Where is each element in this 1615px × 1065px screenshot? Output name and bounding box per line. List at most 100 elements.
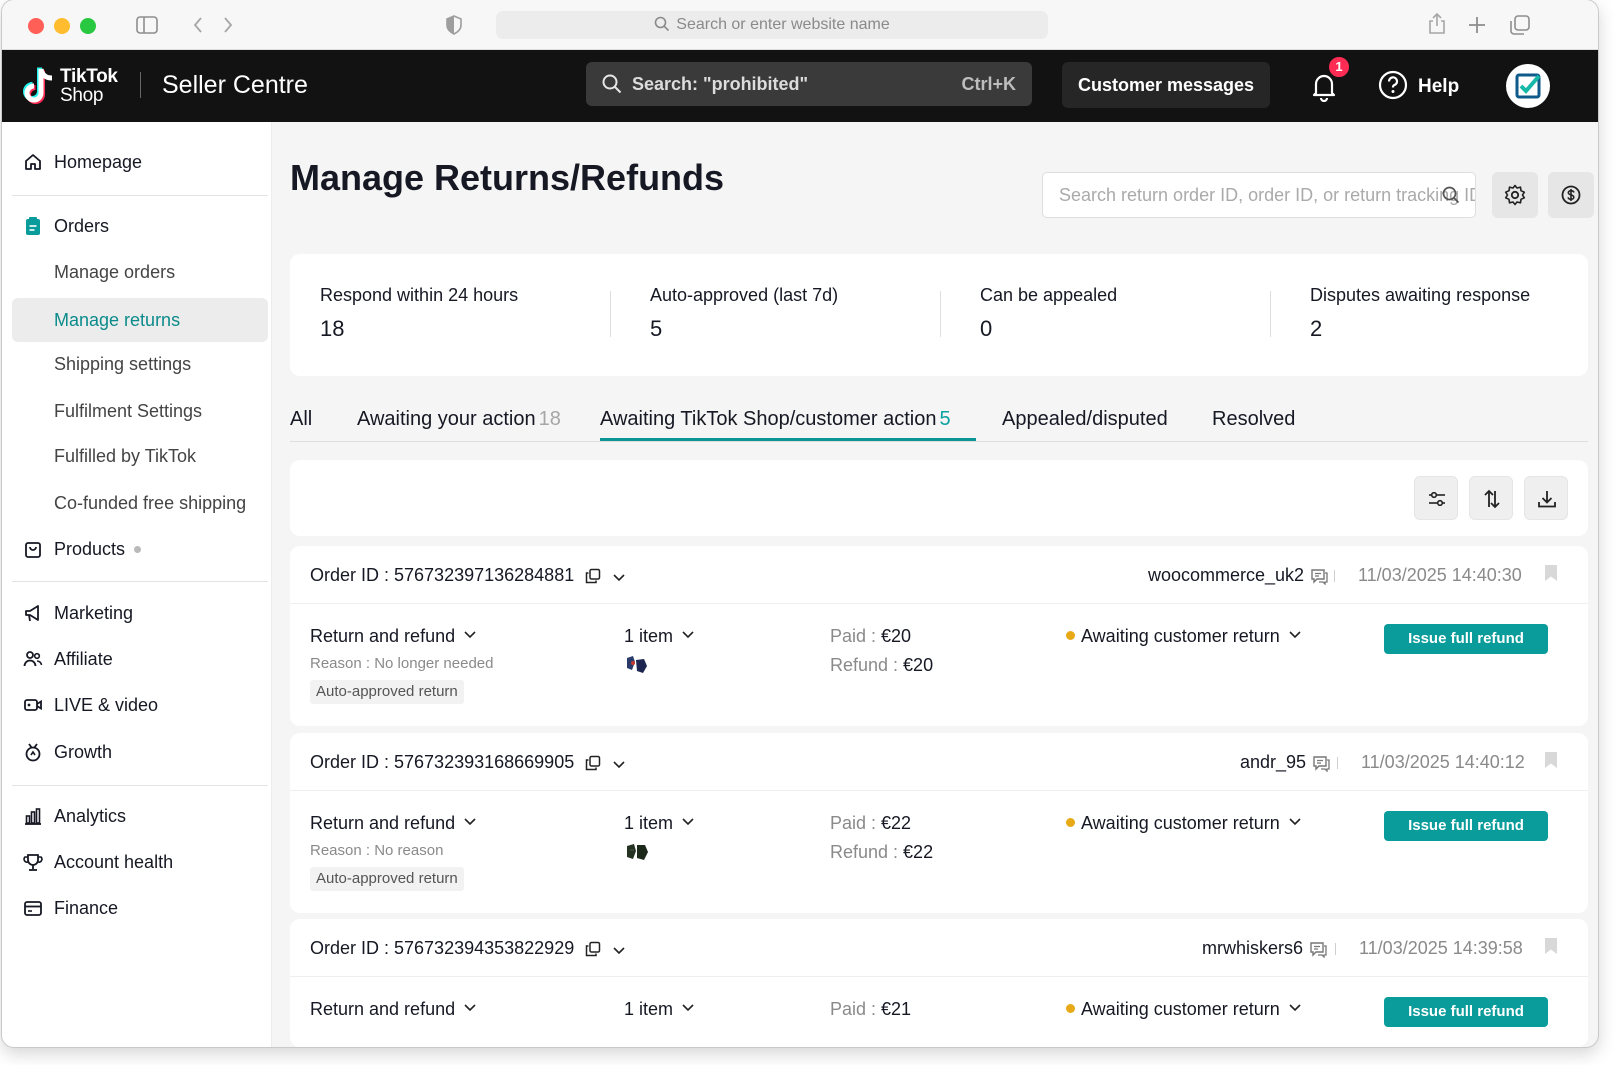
sidebar-item-label: Fulfilled by TikTok: [54, 446, 197, 466]
settings-button[interactable]: [1492, 172, 1538, 218]
zoom-window-button[interactable]: [80, 18, 96, 34]
sidebar-item-shipping-settings[interactable]: Shipping settings: [12, 342, 268, 386]
chevron-down-icon[interactable]: [612, 570, 626, 584]
sidebar-toggle-icon[interactable]: [136, 16, 158, 34]
sidebar: Homepage Orders Manage orders Manage ret…: [2, 122, 272, 1047]
items-dropdown[interactable]: 1 item: [624, 997, 695, 1021]
sidebar-divider: [12, 581, 268, 582]
order-id-value: 576732394353822929: [394, 938, 575, 958]
new-tab-icon[interactable]: [1468, 16, 1486, 34]
stat-can-be-appealed[interactable]: Can be appealed 0: [980, 284, 1117, 346]
tab-resolved[interactable]: Resolved: [1212, 406, 1295, 432]
stat-respond-within-24h[interactable]: Respond within 24 hours 18: [320, 284, 518, 346]
return-type-dropdown[interactable]: Return and refund: [310, 997, 477, 1021]
sidebar-item-live-video[interactable]: LIVE & video: [12, 683, 268, 727]
help-icon: [1378, 70, 1408, 100]
privacy-shield-icon[interactable]: [446, 15, 462, 35]
tab-awaiting-tiktok-customer-action[interactable]: Awaiting TikTok Shop/customer action 5: [600, 406, 951, 432]
tab-count: 5: [939, 408, 951, 430]
logo-text-tiktok: TikTok: [60, 66, 118, 87]
username-text: woocommerce_uk2: [1148, 565, 1305, 585]
stat-label: Can be appealed: [980, 285, 1118, 305]
sidebar-item-affiliate[interactable]: Affiliate: [12, 637, 268, 681]
chevron-down-icon: [464, 818, 476, 826]
sidebar-item-co-funded-free-shipping[interactable]: Co-funded free shipping: [12, 481, 268, 525]
global-search-box[interactable]: Search: "prohibited" Ctrl+K: [586, 62, 1032, 106]
tab-all[interactable]: All: [290, 406, 312, 432]
sidebar-item-label: Affiliate: [54, 649, 113, 669]
sidebar-item-account-health[interactable]: Account health: [12, 840, 268, 884]
customer-messages-button[interactable]: Customer messages: [1062, 62, 1270, 108]
return-type-dropdown[interactable]: Return and refund: [310, 811, 477, 835]
sidebar-item-marketing[interactable]: Marketing: [12, 591, 268, 635]
items-dropdown[interactable]: 1 item: [624, 811, 695, 835]
copy-icon[interactable]: [585, 568, 601, 584]
copy-icon[interactable]: [585, 755, 601, 771]
username-text: andr_95: [1240, 752, 1307, 772]
auto-approved-tag: Auto-approved return: [310, 867, 464, 891]
paid-value: €20: [881, 626, 912, 646]
sidebar-item-homepage[interactable]: Homepage: [12, 140, 268, 184]
return-search-input[interactable]: [1042, 172, 1476, 218]
close-window-button[interactable]: [28, 18, 44, 34]
sidebar-item-manage-returns[interactable]: Manage returns: [12, 298, 268, 342]
sidebar-item-orders[interactable]: Orders: [12, 204, 268, 248]
chevron-down-icon[interactable]: [612, 943, 626, 957]
tab-awaiting-your-action[interactable]: Awaiting your action 18: [357, 406, 561, 432]
issue-full-refund-button[interactable]: Issue full refund: [1384, 997, 1548, 1027]
buyer-username[interactable]: mrwhiskers6: [1202, 936, 1327, 960]
search-icon[interactable]: [1442, 186, 1460, 204]
items-dropdown[interactable]: 1 item: [624, 624, 695, 648]
sidebar-item-growth[interactable]: Growth: [12, 730, 268, 774]
product-thumbnail[interactable]: [624, 841, 650, 863]
sort-button[interactable]: [1469, 476, 1513, 520]
chat-icon[interactable]: [1309, 940, 1327, 959]
chat-icon[interactable]: [1310, 567, 1328, 586]
help-button[interactable]: Help: [1378, 70, 1459, 102]
download-button[interactable]: [1524, 476, 1568, 520]
chat-icon[interactable]: [1312, 754, 1330, 773]
sidebar-item-analytics[interactable]: Analytics: [12, 794, 268, 838]
tab-appealed-disputed[interactable]: Appealed/disputed: [1002, 406, 1168, 432]
stat-auto-approved[interactable]: Auto-approved (last 7d) 5: [650, 284, 838, 346]
address-bar[interactable]: Search or enter website name: [496, 11, 1048, 39]
sidebar-item-label: Growth: [54, 742, 113, 762]
return-status-dropdown[interactable]: Awaiting customer return: [1066, 811, 1302, 835]
header-divider: [1334, 570, 1335, 582]
share-icon[interactable]: [1428, 13, 1446, 35]
sidebar-item-products[interactable]: Products: [12, 527, 268, 571]
return-status-dropdown[interactable]: Awaiting customer return: [1066, 997, 1302, 1021]
issue-full-refund-button[interactable]: Issue full refund: [1384, 811, 1548, 841]
bookmark-icon[interactable]: [1544, 937, 1558, 955]
order-id-label: Order ID :: [310, 938, 395, 958]
trophy-icon: [23, 854, 43, 871]
buyer-username[interactable]: andr_95: [1240, 750, 1330, 774]
avatar[interactable]: [1506, 64, 1550, 108]
sort-arrows-icon: [1484, 489, 1500, 509]
tiktok-shop-logo[interactable]: TikTok Shop: [22, 64, 142, 108]
megaphone-icon: [25, 605, 39, 622]
return-type-dropdown[interactable]: Return and refund: [310, 624, 477, 648]
stat-disputes-awaiting[interactable]: Disputes awaiting response 2: [1310, 284, 1530, 346]
bookmark-icon[interactable]: [1544, 751, 1558, 769]
sidebar-item-fulfilled-by-tiktok[interactable]: Fulfilled by TikTok: [12, 434, 268, 478]
buyer-username[interactable]: woocommerce_uk2: [1148, 563, 1328, 587]
paid-amount: Paid : €20: [830, 624, 911, 648]
chevron-down-icon[interactable]: [612, 757, 626, 771]
back-arrow-icon[interactable]: [192, 16, 204, 34]
issue-full-refund-button[interactable]: Issue full refund: [1384, 624, 1548, 654]
return-order-card: Order ID : 576732397136284881 woocommerc…: [290, 546, 1588, 726]
bookmark-icon[interactable]: [1544, 564, 1558, 582]
sidebar-item-manage-orders[interactable]: Manage orders: [12, 250, 268, 294]
product-thumbnail[interactable]: [624, 654, 650, 676]
refund-currency-button[interactable]: [1548, 172, 1594, 218]
forward-arrow-icon[interactable]: [222, 16, 234, 34]
tab-overview-icon[interactable]: [1510, 15, 1530, 35]
sidebar-item-fulfilment-settings[interactable]: Fulfilment Settings: [12, 389, 268, 433]
list-toolbar: [290, 460, 1588, 536]
filter-button[interactable]: [1414, 476, 1458, 520]
sidebar-item-finance[interactable]: Finance: [12, 886, 268, 930]
minimize-window-button[interactable]: [54, 18, 70, 34]
return-status-dropdown[interactable]: Awaiting customer return: [1066, 624, 1302, 648]
copy-icon[interactable]: [585, 941, 601, 957]
